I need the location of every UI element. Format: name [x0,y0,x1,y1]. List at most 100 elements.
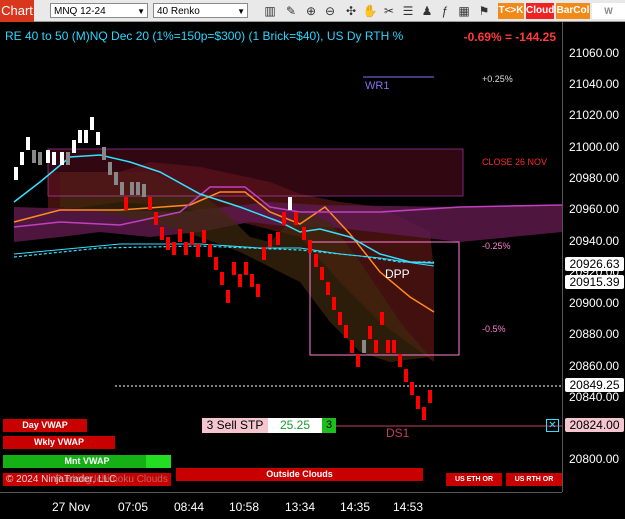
price-tick-label: 20880.00 [569,327,620,341]
instrument-value: MNQ 12-24 [54,6,106,17]
us-eth-or-button[interactable]: US ETH OR [446,473,502,486]
bar-chart-icon[interactable]: ▥ [262,3,278,19]
hand-icon[interactable]: ✋ [362,3,378,19]
renko-brick [302,227,306,240]
zoom-out-icon[interactable]: ⊖ [322,3,338,19]
renko-brick [282,212,286,225]
zoom-in-icon[interactable]: ⊕ [303,3,319,19]
renko-brick [52,152,56,165]
renko-brick [166,237,170,250]
renko-brick [148,197,152,210]
wkly-vwap-button[interactable]: Wkly VWAP [3,436,115,449]
chart-title: RE 40 to 50 (M)NQ Dec 20 (1%=150p=$300) … [5,29,404,43]
renko-brick [332,297,336,310]
renko-brick [108,162,112,175]
renko-brick [124,197,128,210]
renko-brick [120,182,124,195]
sell-stop-order[interactable]: 3 Sell STP [202,418,268,433]
time-tick-label: 13:34 [285,500,316,514]
price-axis[interactable]: 21060.00 21040.00 21020.00 21000.00 20980.00… [562,22,625,492]
renko-brick [238,274,242,287]
renko-brick [386,340,390,353]
price-tick-label: 20900.00 [569,296,620,310]
chevron-down-icon: ▼ [137,7,145,16]
renko-brick [410,382,414,395]
pnl-readout: -0.69% = -144.25 [463,30,556,44]
w-lowe-button[interactable]: W Lowe [592,3,625,32]
chart-toolbar: Chart MNQ 12-24 ▼ 40 Renko ▼ ▥ ✎ ⊕ ⊖ ✣ ✋ ✂… [0,0,625,32]
time-tick-label: 14:35 [340,500,371,514]
renko-brick [404,369,408,382]
time-axis[interactable]: 27 Nov 07:05 08:44 10:58 13:34 14:35 14:53 [0,492,562,519]
renko-brick [72,140,76,153]
renko-brick [416,396,420,409]
renko-brick [232,262,236,275]
us-rth-or-button[interactable]: US RTH OR [506,473,562,486]
properties-icon[interactable]: ☰ [400,3,416,19]
renko-brick [184,242,188,255]
mnt-vwap-button[interactable]: Mnt VWAP [3,455,171,468]
tools-icon[interactable]: ✂ [381,3,397,19]
renko-brick [326,282,330,295]
renko-brick [66,152,70,165]
renko-brick [14,167,18,180]
crosshair-icon[interactable]: ✣ [343,3,359,19]
order-quantity[interactable]: 3 [322,418,336,433]
flag-icon[interactable]: ⚑ [476,3,492,19]
renko-brick [256,284,260,297]
renko-brick [320,267,324,280]
renko-brick [46,150,50,163]
pencil-icon[interactable]: ✎ [283,3,299,19]
renko-brick [262,247,266,260]
renko-brick [356,354,360,367]
time-tick-label: 27 Nov [52,500,91,514]
barcol-toggle-button[interactable]: BarCol [556,3,590,19]
price-tick-label: 20840.00 [569,390,620,404]
strategy-icon[interactable]: ♟ [419,3,435,19]
renko-brick [114,172,118,185]
renko-brick [102,147,106,160]
renko-brick [90,117,94,130]
renko-brick [226,290,230,303]
renko-brick [344,325,348,338]
dpp-label: DPP [385,267,410,281]
cloud-toggle-button[interactable]: Cloud [526,3,554,19]
tc-toggle-button[interactable]: T<>K [498,3,524,19]
close-icon[interactable]: ✕ [546,419,559,432]
renko-brick [288,197,292,210]
time-tick-label: 14:53 [393,500,424,514]
close-label: CLOSE 26 NOV [482,157,548,167]
renko-brick [314,254,318,267]
renko-brick [202,230,206,243]
outside-clouds-button[interactable]: Outside Clouds [176,468,423,481]
bar-type-selector[interactable]: 40 Renko ▼ [153,3,248,18]
renko-brick [154,212,158,225]
renko-brick [26,137,30,150]
price-tick-label: 20860.00 [569,359,620,373]
renko-brick [250,274,254,287]
renko-brick [78,130,82,143]
instrument-selector[interactable]: MNQ 12-24 ▼ [50,3,148,18]
price-tag-b: 20915.39 [565,275,624,289]
price-tag-a: 20926.63 [565,257,624,271]
indicator-icon[interactable]: ƒ [437,3,453,19]
renko-brick [422,407,426,420]
grid-icon[interactable]: ▦ [456,3,472,19]
price-tag-last: 20849.25 [565,378,624,392]
renko-brick [196,244,200,257]
price-tick-label: 21020.00 [569,108,620,122]
renko-brick [130,182,134,195]
day-vwap-button[interactable]: Day VWAP [3,419,87,432]
renko-brick [136,182,140,195]
price-tick-label: 20980.00 [569,171,620,185]
chart-menu-button[interactable]: Chart [0,0,34,22]
renko-brick [20,152,24,165]
renko-brick [294,212,298,225]
chart-plot-area[interactable]: RE 40 to 50 (M)NQ Dec 20 (1%=150p=$300) … [0,22,562,492]
renko-brick [350,340,354,353]
price-tick-label: 21040.00 [569,77,620,91]
renko-brick [276,232,280,245]
order-price[interactable]: 25.25 [268,418,322,433]
renko-brick [380,312,384,325]
price-tick-label: 20940.00 [569,234,620,248]
